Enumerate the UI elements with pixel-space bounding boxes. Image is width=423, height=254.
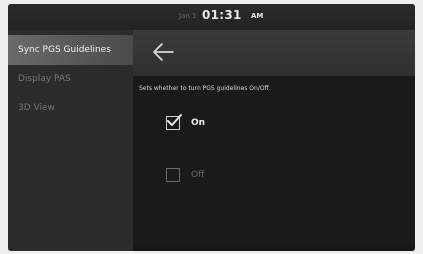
sidebar-item-label: 3D View bbox=[18, 103, 55, 113]
header-bar bbox=[133, 30, 415, 76]
status-time: 01:31 bbox=[202, 8, 242, 22]
checkbox-checked[interactable] bbox=[166, 114, 182, 130]
status-bar: Jan 1 01:31 AM bbox=[8, 4, 415, 30]
sidebar-item-3d-view[interactable]: 3D View bbox=[8, 93, 133, 123]
bottom-shade bbox=[133, 241, 415, 251]
setting-description: Sets whether to turn PGS guidelines On/O… bbox=[139, 85, 271, 92]
status-date: Jan 1 bbox=[179, 12, 197, 20]
sidebar-item-label: Display PAS bbox=[18, 74, 71, 84]
checkbox-unchecked[interactable] bbox=[166, 168, 180, 182]
sidebar-item-label: Sync PGS Guidelines bbox=[18, 45, 111, 55]
option-on[interactable]: On bbox=[166, 113, 205, 133]
option-off-label: Off bbox=[191, 170, 205, 180]
sidebar-item-sync-pgs-guidelines[interactable]: Sync PGS Guidelines bbox=[8, 35, 133, 65]
option-off[interactable]: Off bbox=[166, 165, 204, 185]
status-ampm: AM bbox=[251, 12, 264, 20]
arrow-left-icon[interactable] bbox=[151, 41, 175, 63]
main-panel: Sets whether to turn PGS guidelines On/O… bbox=[133, 30, 415, 251]
sidebar: Sync PGS Guidelines Display PAS 3D View bbox=[8, 30, 133, 251]
display-screen: Jan 1 01:31 AM Sync PGS Guidelines Displ… bbox=[8, 4, 415, 251]
checkmark-icon bbox=[167, 114, 182, 126]
settings-content: Sets whether to turn PGS guidelines On/O… bbox=[133, 76, 415, 251]
option-on-label: On bbox=[191, 118, 206, 128]
sidebar-item-display-pas[interactable]: Display PAS bbox=[8, 64, 133, 94]
